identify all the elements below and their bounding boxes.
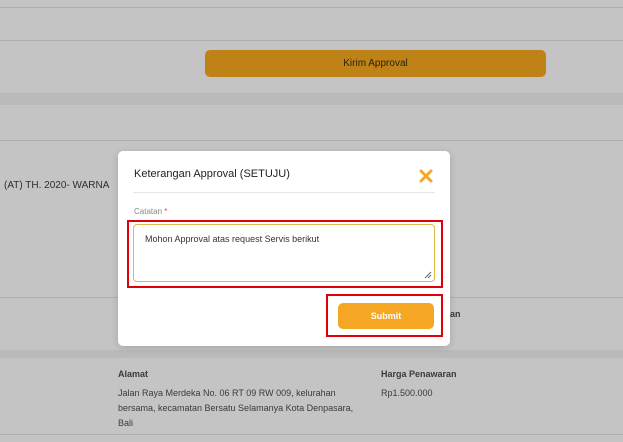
notes-textarea-wrapper: Mohon Approval atas request Servis berik… xyxy=(133,224,435,282)
kirim-approval-button[interactable]: Kirim Approval xyxy=(205,50,546,77)
row-divider xyxy=(0,140,623,141)
price-label: Harga Penawaran xyxy=(381,369,457,379)
section-band xyxy=(0,93,623,105)
section-band xyxy=(0,350,623,358)
submit-button[interactable]: Submit xyxy=(338,303,434,329)
row-divider xyxy=(0,434,623,435)
notes-field-label: Catatan * xyxy=(134,207,167,216)
required-mark: * xyxy=(164,207,168,216)
partial-column-label: an xyxy=(450,309,461,319)
price-value: Rp1.500.000 xyxy=(381,388,433,398)
close-button[interactable] xyxy=(417,167,435,185)
resize-grip-icon[interactable] xyxy=(424,271,432,279)
notes-textarea[interactable]: Mohon Approval atas request Servis berik… xyxy=(134,225,434,281)
row-divider xyxy=(0,7,623,8)
row-divider xyxy=(0,40,623,41)
close-x-icon xyxy=(419,169,433,183)
notes-label-text: Catatan xyxy=(134,207,163,216)
vehicle-description: (AT) TH. 2020- WARNA xyxy=(4,180,110,191)
approval-modal: Keterangan Approval (SETUJU) Catatan * M… xyxy=(118,151,450,346)
address-label: Alamat xyxy=(118,369,149,379)
modal-title: Keterangan Approval (SETUJU) xyxy=(134,168,290,180)
address-value: Jalan Raya Merdeka No. 06 RT 09 RW 009, … xyxy=(118,388,354,428)
modal-divider xyxy=(133,192,435,193)
